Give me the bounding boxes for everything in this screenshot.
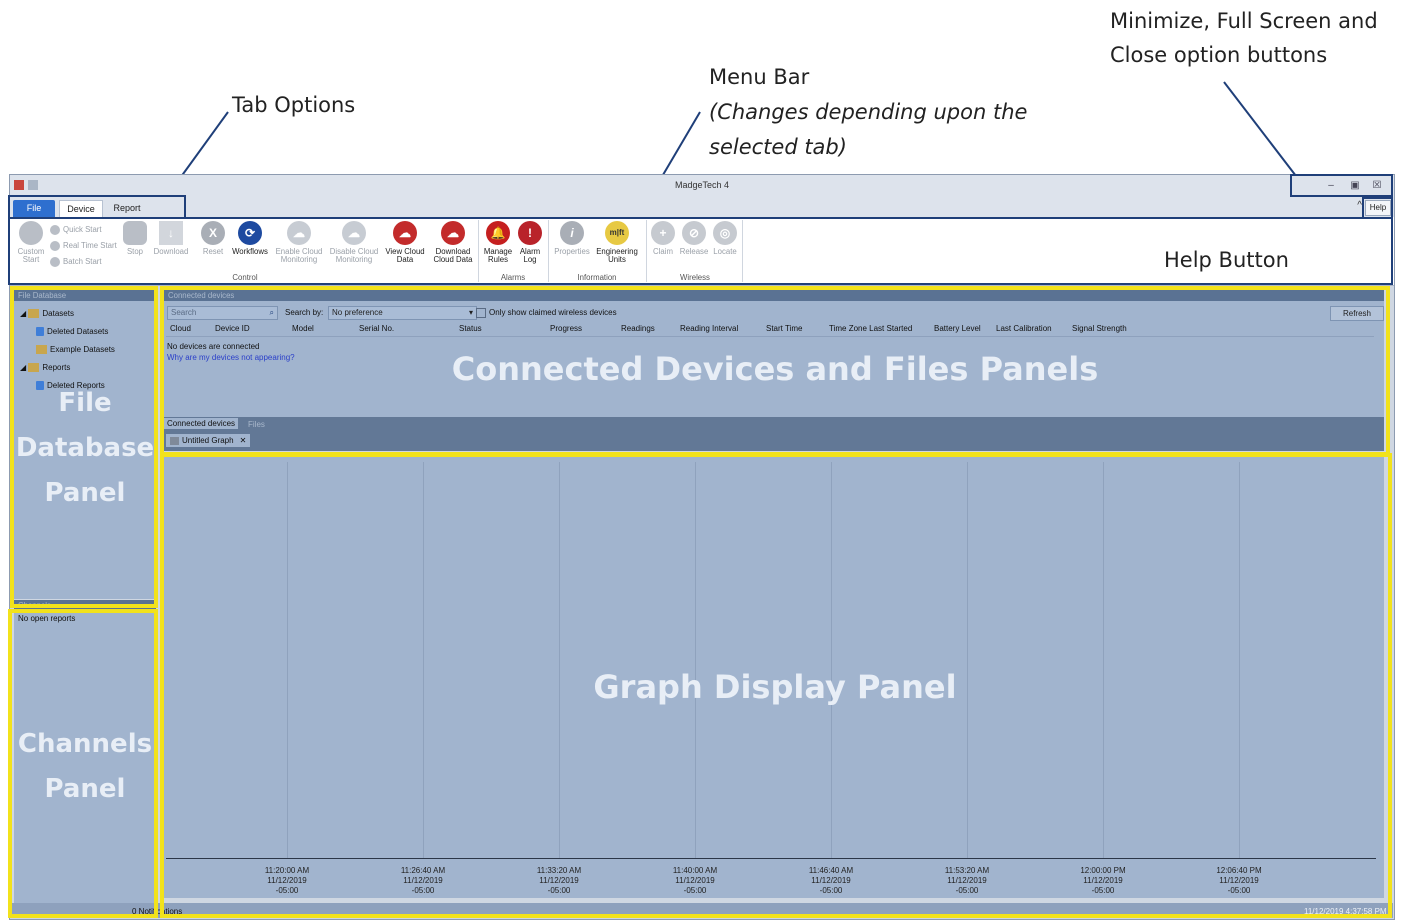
annotation-window-buttons-1: Minimize, Full Screen and [1110, 9, 1378, 33]
callout-box-help [1362, 197, 1393, 219]
annotation-menu-bar: Menu Bar [709, 65, 810, 89]
highlight-connected-devices [160, 286, 1390, 456]
callout-box-tabs [8, 195, 186, 219]
highlight-graph [160, 453, 1392, 918]
tab-bar: File Device Report ^ Help [10, 197, 1394, 218]
callout-box-window-buttons [1290, 174, 1393, 197]
annotation-window-buttons-2: Close option buttons [1110, 43, 1328, 67]
title-bar: MadgeTech 4 – ▣ ☒ [10, 175, 1394, 197]
callout-box-menu-bar [8, 217, 1393, 285]
annotation-menu-bar-note-2: selected tab) [709, 135, 847, 159]
window-title: MadgeTech 4 [674, 180, 730, 190]
annotation-tab-options: Tab Options [232, 93, 356, 117]
annotation-menu-bar-note-1: (Changes depending upon the [709, 100, 1028, 124]
highlight-channels [8, 609, 158, 918]
highlight-file-database [10, 286, 158, 608]
